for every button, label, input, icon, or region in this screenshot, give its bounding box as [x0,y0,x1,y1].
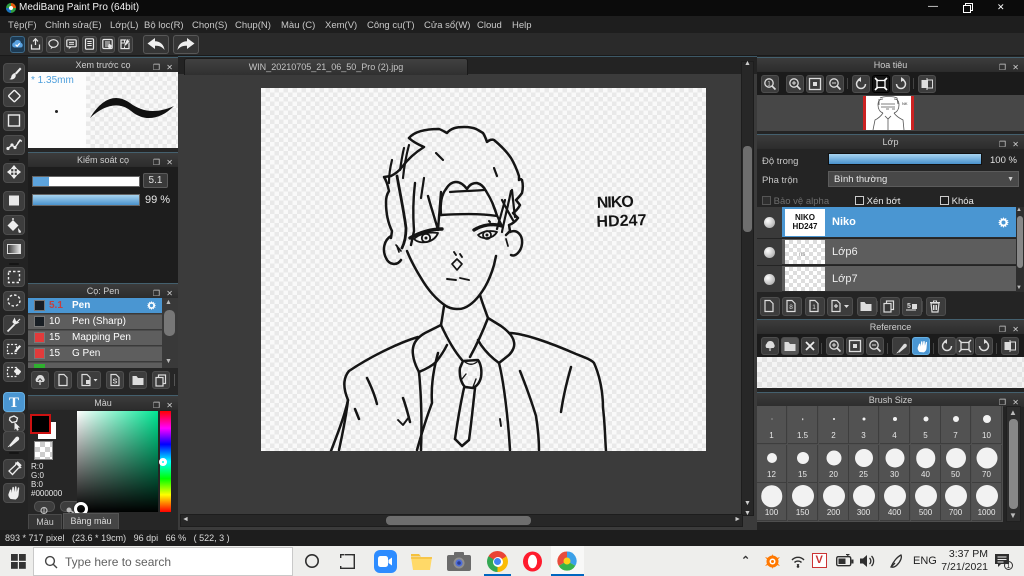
svg-text:T: T [9,395,19,411]
svg-text:HD247: HD247 [596,212,647,231]
svg-text:1: 1 [1006,561,1010,570]
svg-text:5: 5 [907,303,911,310]
svg-text:1: 1 [812,304,816,311]
svg-text:S: S [113,379,118,386]
svg-text:8: 8 [789,304,793,311]
svg-text:NIKO: NIKO [597,194,635,212]
svg-text:NK: NK [902,101,908,106]
